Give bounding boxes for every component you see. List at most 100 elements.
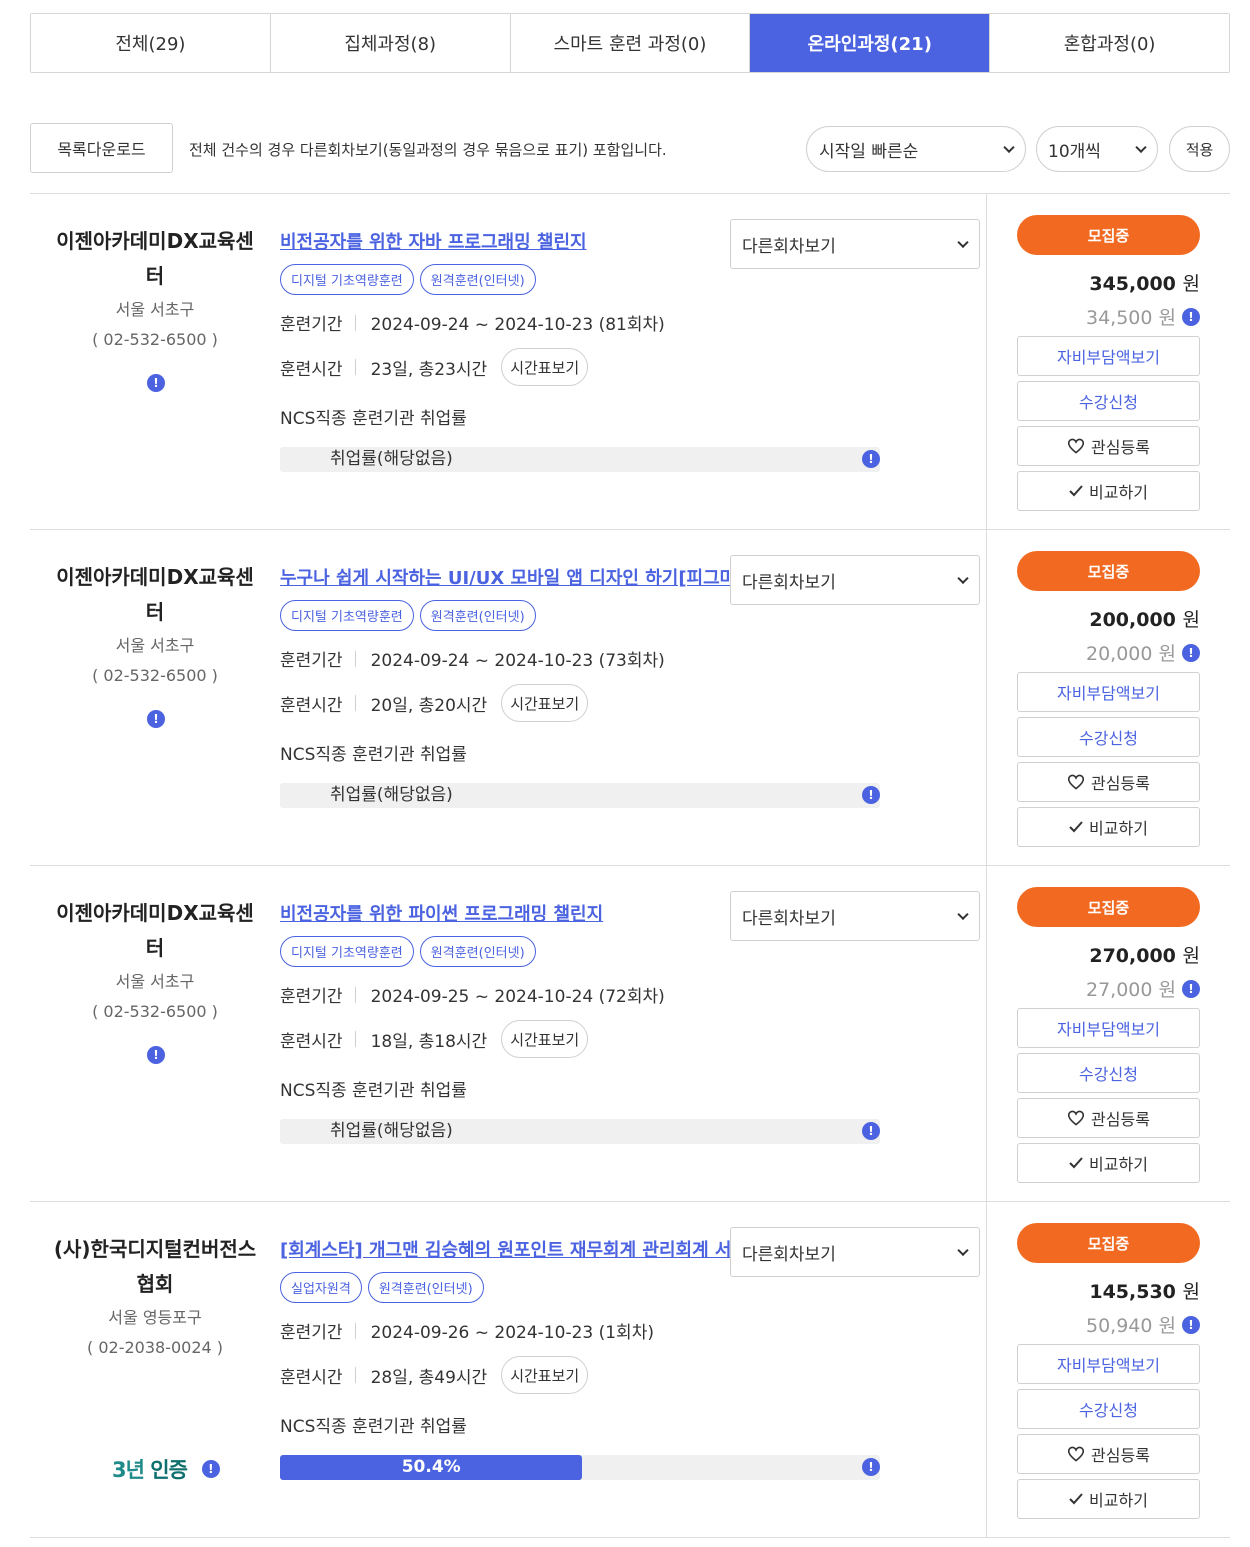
other-rounds-select[interactable]: 다른회차보기 (730, 1227, 980, 1277)
compare-label: 비교하기 (1089, 1155, 1148, 1174)
org-info: 이젠아카데미DX교육센터 서울 서초구 ( 02-532-6500 ) (50, 560, 260, 691)
course-tags: 디지털 기초역량훈련 원격훈련(인터넷) (280, 600, 536, 631)
training-period-label: 훈련기간 (280, 651, 343, 671)
chevron-down-icon (1135, 141, 1147, 154)
employment-info-icon[interactable]: ! (862, 450, 880, 468)
org-name: 이젠아카데미DX교육센터 (56, 901, 254, 960)
employment-rate-text: 취업률(해당없음) (330, 1121, 453, 1141)
training-period-row: 훈련기간 2024-09-25 ~ 2024-10-24 (72회차) (280, 982, 665, 1007)
compare-label: 비교하기 (1089, 483, 1148, 502)
apply-course-button[interactable]: 수강신청 (1017, 1389, 1200, 1429)
certification-badge: 3년 인증 ! (112, 1454, 220, 1484)
org-info-icon[interactable]: ! (147, 374, 165, 392)
training-period-label: 훈련기간 (280, 987, 343, 1007)
course-tag: 디지털 기초역량훈련 (280, 264, 414, 295)
interest-button[interactable]: 관심등록 (1017, 426, 1200, 466)
course-tag: 원격훈련(인터넷) (419, 600, 536, 631)
training-period-value: 2024-09-24 ~ 2024-10-23 (73회차) (370, 651, 665, 671)
course-card: (사)한국디지털컨버전스협회 서울 영등포구 ( 02-2038-0024 ) … (30, 1202, 1230, 1538)
other-rounds-select[interactable]: 다른회차보기 (730, 555, 980, 605)
self-pay-button[interactable]: 자비부담액보기 (1017, 1344, 1200, 1384)
training-period-row: 훈련기간 2024-09-26 ~ 2024-10-23 (1회차) (280, 1318, 654, 1343)
compare-label: 비교하기 (1089, 1491, 1148, 1510)
self-pay-button[interactable]: 자비부담액보기 (1017, 672, 1200, 712)
price-info-icon[interactable]: ! (1182, 979, 1200, 998)
apply-course-button[interactable]: 수강신청 (1017, 1053, 1200, 1093)
training-period-value: 2024-09-26 ~ 2024-10-23 (1회차) (370, 1323, 654, 1343)
compare-button[interactable]: 비교하기 (1017, 807, 1200, 847)
apply-course-button[interactable]: 수강신청 (1017, 717, 1200, 757)
org-region: 서울 서초구 (115, 636, 195, 655)
self-pay-button[interactable]: 자비부담액보기 (1017, 336, 1200, 376)
org-info-icon[interactable]: ! (147, 710, 165, 728)
checkmark-icon (1069, 1493, 1083, 1505)
course-title-link[interactable]: 비전공자를 위한 파이썬 프로그래밍 챌린지 (280, 900, 730, 926)
status-badge: 모집중 (1017, 215, 1200, 255)
page-size-value: 10개씩 (1048, 141, 1101, 162)
tab-all[interactable]: 전체(29) (31, 14, 271, 72)
timetable-button[interactable]: 시간표보기 (501, 1020, 589, 1058)
course-card: 이젠아카데미DX교육센터 서울 서초구 ( 02-532-6500 ) ! 비전… (30, 866, 1230, 1202)
training-period-value: 2024-09-24 ~ 2024-10-23 (81회차) (370, 315, 665, 335)
employment-info-icon[interactable]: ! (862, 1122, 880, 1140)
page-size-select[interactable]: 10개씩 (1036, 126, 1158, 172)
self-pay-price-value: 20,000 원 (1085, 643, 1176, 665)
other-rounds-select[interactable]: 다른회차보기 (730, 219, 980, 269)
chevron-down-icon (957, 236, 969, 249)
org-phone: ( 02-2038-0024 ) (87, 1338, 223, 1357)
sort-select[interactable]: 시작일 빠른순 (806, 126, 1026, 172)
apply-button[interactable]: 적용 (1169, 126, 1230, 172)
compare-button[interactable]: 비교하기 (1017, 471, 1200, 511)
timetable-button[interactable]: 시간표보기 (501, 1356, 589, 1394)
price-info-icon[interactable]: ! (1182, 643, 1200, 662)
interest-label: 관심등록 (1091, 1110, 1150, 1129)
tab-smart[interactable]: 스마트 훈련 과정(0) (510, 14, 751, 72)
self-pay-button[interactable]: 자비부담액보기 (1017, 1008, 1200, 1048)
tab-online[interactable]: 온라인과정(21) (750, 14, 991, 72)
org-info-icon[interactable]: ! (147, 1046, 165, 1064)
chevron-down-icon (1003, 141, 1015, 154)
employment-info-icon[interactable]: ! (862, 1458, 880, 1476)
other-rounds-value: 다른회차보기 (742, 572, 836, 593)
course-tag: 원격훈련(인터넷) (419, 264, 536, 295)
interest-button[interactable]: 관심등록 (1017, 1434, 1200, 1474)
timetable-button[interactable]: 시간표보기 (501, 348, 589, 386)
org-name: 이젠아카데미DX교육센터 (56, 229, 254, 288)
tab-offline[interactable]: 집체과정(8) (270, 14, 511, 72)
price-info-icon[interactable]: ! (1182, 1315, 1200, 1334)
training-period-row: 훈련기간 2024-09-24 ~ 2024-10-23 (81회차) (280, 310, 665, 335)
timetable-button[interactable]: 시간표보기 (501, 684, 589, 722)
course-title-link[interactable]: [회계스타] 개그맨 김승혜의 원포인트 재무회계 관리회계 서 (280, 1236, 730, 1262)
employment-info-icon[interactable]: ! (862, 786, 880, 804)
certification-info-icon[interactable]: ! (201, 1460, 220, 1478)
self-pay-price: 50,940 원 ! (1086, 1311, 1200, 1338)
tab-blended[interactable]: 혼합과정(0) (990, 14, 1229, 72)
course-tags: 디지털 기초역량훈련 원격훈련(인터넷) (280, 936, 536, 967)
other-rounds-select[interactable]: 다른회차보기 (730, 891, 980, 941)
download-list-button[interactable]: 목록다운로드 (30, 123, 173, 173)
employment-rate-bar: 취업률(해당없음) ! (280, 447, 880, 472)
checkmark-icon (1069, 485, 1083, 497)
divider (354, 695, 356, 711)
apply-course-button[interactable]: 수강신청 (1017, 381, 1200, 421)
divider (354, 314, 356, 331)
divider (354, 1322, 356, 1339)
price-info-icon[interactable]: ! (1182, 307, 1200, 326)
interest-button[interactable]: 관심등록 (1017, 1098, 1200, 1138)
divider (986, 194, 987, 529)
interest-label: 관심등록 (1091, 774, 1150, 793)
course-card: 이젠아카데미DX교육센터 서울 서초구 ( 02-532-6500 ) ! 누구… (30, 530, 1230, 866)
course-title-link[interactable]: 누구나 쉽게 시작하는 UI/UX 모바일 앱 디자인 하기[피그마 (280, 564, 730, 590)
interest-button[interactable]: 관심등록 (1017, 762, 1200, 802)
employment-rate-text: 취업률(해당없음) (330, 449, 453, 469)
chevron-down-icon (957, 572, 969, 585)
training-hours-row: 훈련시간 28일, 총49시간 시간표보기 (280, 1356, 589, 1394)
compare-button[interactable]: 비교하기 (1017, 1143, 1200, 1183)
divider (354, 1367, 356, 1383)
training-hours-label: 훈련시간 (280, 695, 343, 716)
training-hours-label: 훈련시간 (280, 1031, 343, 1052)
course-title-link[interactable]: 비전공자를 위한 자바 프로그래밍 챌린지 (280, 228, 730, 254)
status-badge: 모집중 (1017, 551, 1200, 591)
compare-button[interactable]: 비교하기 (1017, 1479, 1200, 1519)
heart-icon (1067, 774, 1085, 790)
